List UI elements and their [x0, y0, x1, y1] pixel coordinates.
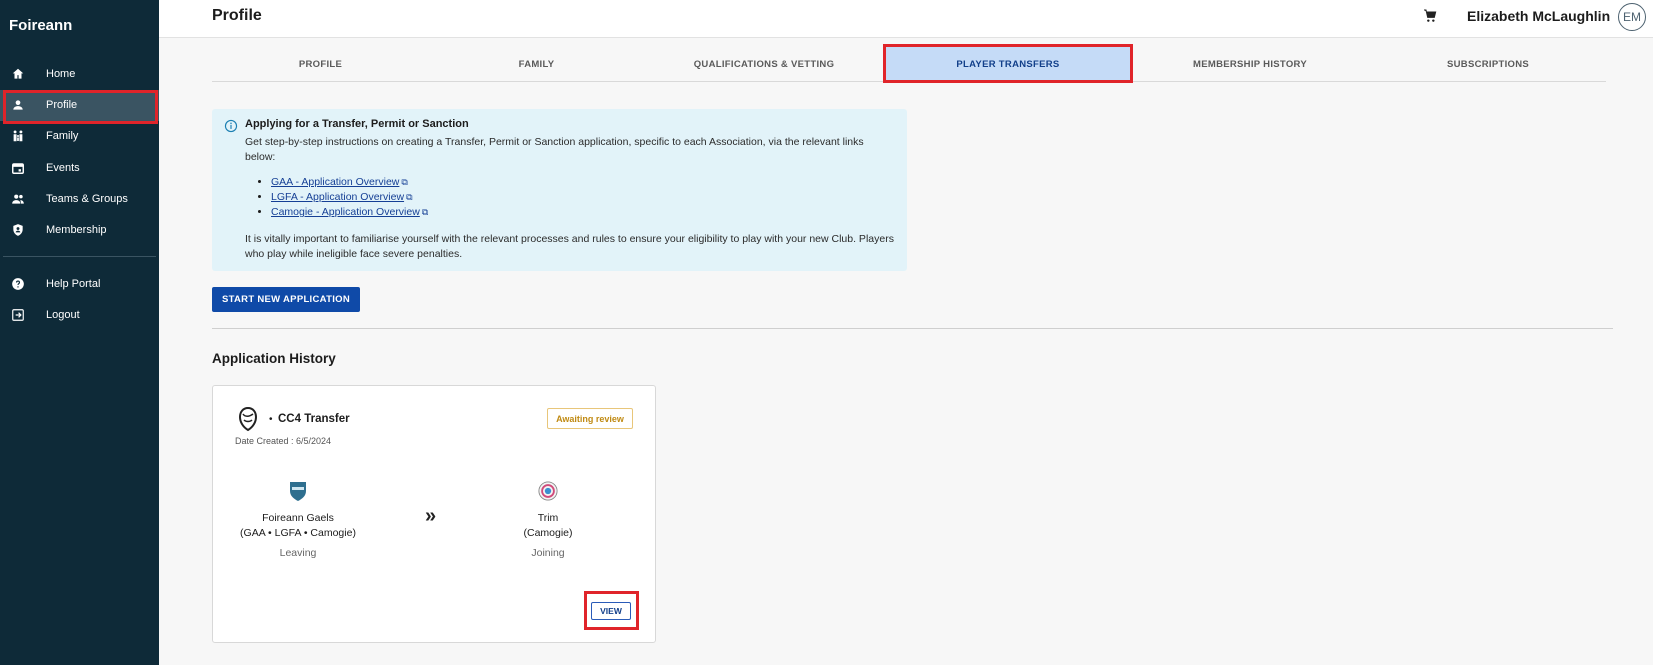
- sidebar-item-family[interactable]: Family: [0, 121, 159, 152]
- gaa-overview-link[interactable]: GAA - Application Overview: [271, 176, 399, 188]
- top-header: Profile Elizabeth McLaughlin EM: [159, 0, 1653, 38]
- info-links: GAA - Application Overview⧉ LGFA - Appli…: [259, 175, 428, 220]
- sidebar-item-logout[interactable]: Logout: [0, 300, 159, 331]
- page-title: Profile: [212, 7, 262, 24]
- application-history-title: Application History: [212, 351, 336, 366]
- highlight-box-profile: [3, 90, 158, 124]
- tab-subscriptions[interactable]: SUBSCRIPTIONS: [1370, 46, 1606, 82]
- joining-label: Joining: [531, 547, 565, 559]
- joining-club-associations: (Camogie): [523, 527, 573, 539]
- foireann-gaels-crest-icon: [290, 482, 306, 501]
- association-crest-icon: [238, 406, 258, 432]
- lgfa-overview-link[interactable]: LGFA - Application Overview: [271, 191, 404, 203]
- brand-logo[interactable]: Foireann: [9, 17, 72, 34]
- logout-icon: [12, 309, 24, 321]
- double-chevron-right-icon: »: [425, 505, 437, 527]
- leaving-club-associations: (GAA • LGFA • Camogie): [240, 527, 356, 539]
- separator-dot: •: [269, 414, 273, 425]
- info-icon: [224, 119, 238, 133]
- tab-qualifications-vetting[interactable]: QUALIFICATIONS & VETTING: [644, 46, 884, 82]
- status-badge: Awaiting review: [547, 408, 633, 429]
- help-icon: [12, 278, 24, 290]
- shield-icon: [13, 224, 23, 236]
- sidebar-item-label: Events: [46, 162, 80, 174]
- sidebar-item-label: Membership: [46, 224, 107, 236]
- sidebar-item-label: Logout: [46, 309, 80, 321]
- home-icon: [12, 68, 24, 79]
- sidebar-item-label: Family: [46, 130, 79, 142]
- group-icon: [12, 194, 24, 204]
- sidebar-item-membership[interactable]: Membership: [0, 215, 159, 246]
- section-divider: [212, 328, 1613, 329]
- external-link-icon: ⧉: [401, 177, 408, 187]
- highlight-box-view: [584, 591, 639, 630]
- application-date: Date Created : 6/5/2024: [235, 436, 332, 446]
- transfer-info-box: Applying for a Transfer, Permit or Sanct…: [212, 109, 907, 271]
- external-link-icon: ⧉: [406, 192, 413, 202]
- info-footer: It is vitally important to familiarise y…: [245, 233, 894, 260]
- trim-crest-icon: [538, 481, 558, 501]
- user-name[interactable]: Elizabeth McLaughlin: [1467, 8, 1610, 24]
- info-body: Get step-by-step instructions on creatin…: [245, 136, 864, 163]
- external-link-icon: ⧉: [421, 207, 429, 217]
- joining-club: Trim (Camogie) Joining: [503, 480, 593, 561]
- sidebar-item-home[interactable]: Home: [0, 59, 159, 90]
- info-title: Applying for a Transfer, Permit or Sanct…: [245, 118, 469, 130]
- start-new-application-button[interactable]: START NEW APPLICATION: [212, 287, 360, 312]
- avatar[interactable]: EM: [1618, 3, 1646, 31]
- sidebar-divider: [3, 256, 156, 257]
- leaving-label: Leaving: [279, 547, 317, 559]
- sidebar-item-teams-groups[interactable]: Teams & Groups: [0, 184, 159, 215]
- family-icon: [13, 130, 23, 142]
- tab-profile[interactable]: PROFILE: [212, 46, 429, 82]
- camogie-overview-link[interactable]: Camogie - Application Overview: [271, 206, 420, 218]
- application-title: CC4 Transfer: [278, 413, 350, 425]
- sidebar-item-events[interactable]: Events: [0, 153, 159, 184]
- sidebar-item-label: Home: [46, 68, 76, 80]
- sidebar-item-label: Teams & Groups: [46, 193, 128, 205]
- tab-membership-history[interactable]: MEMBERSHIP HISTORY: [1130, 46, 1370, 82]
- highlight-box-player-transfers: [883, 44, 1133, 83]
- sidebar-item-label: Help Portal: [46, 278, 101, 290]
- leaving-club-name: Foireann Gaels: [262, 512, 334, 524]
- cart-icon[interactable]: [1422, 8, 1438, 24]
- calendar-icon: [12, 163, 24, 174]
- leaving-club: Foireann Gaels (GAA • LGFA • Camogie) Le…: [233, 480, 363, 561]
- joining-club-name: Trim: [537, 512, 559, 524]
- tab-family[interactable]: FAMILY: [429, 46, 644, 82]
- sidebar-item-help-portal[interactable]: Help Portal: [0, 269, 159, 300]
